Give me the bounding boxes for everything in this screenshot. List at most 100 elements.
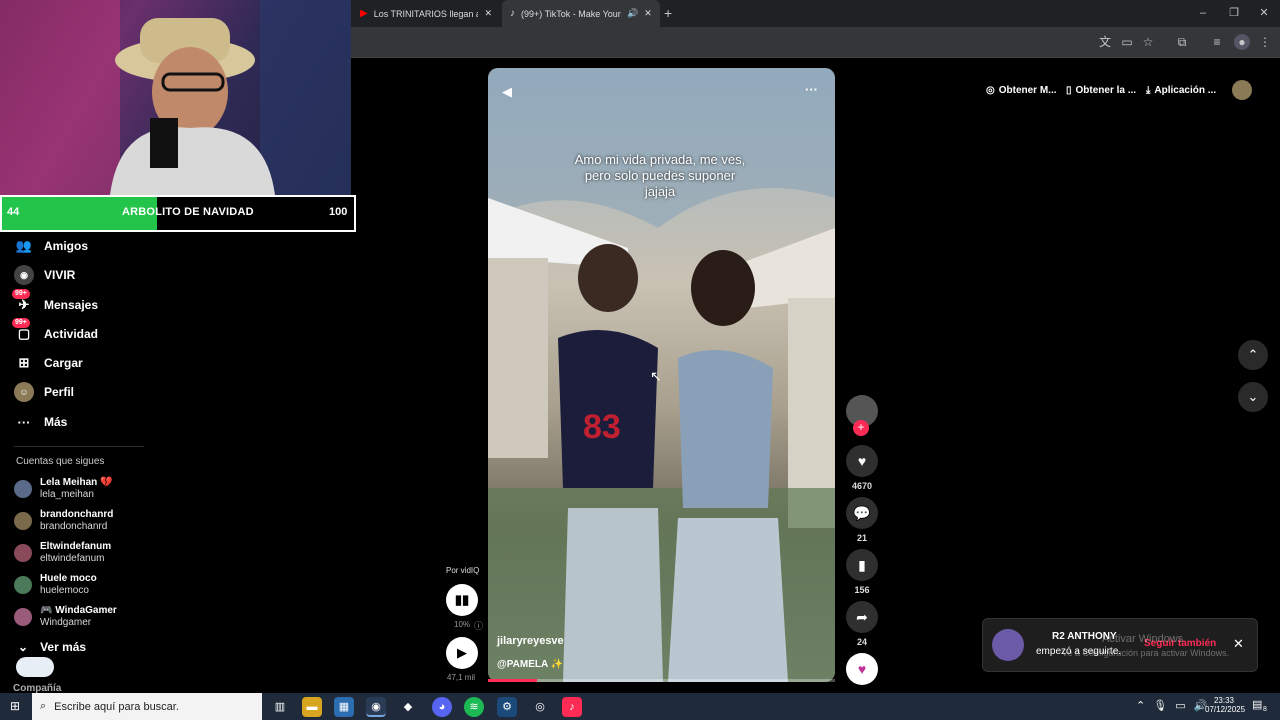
following-item[interactable]: Eltwindefanum eltwindefanum [14,541,111,565]
extensions-icon[interactable]: ⧉ [1174,34,1190,50]
get-app-label: Obtener la ... [1075,84,1137,96]
bookmark-star-icon[interactable]: ☆ [1140,34,1156,50]
minimize-button[interactable]: – [1195,5,1211,21]
following-item[interactable]: Lela Meihan 💔 lela_meihan [14,477,112,501]
following-name: 🎮 WindaGamer [40,605,117,616]
avatar [14,576,32,594]
speaker-icon[interactable]: 🔊 [627,8,638,19]
play-icon[interactable]: ▶ [446,637,478,669]
sidebar-item-cargar[interactable]: ⊞ Cargar [14,351,83,375]
following-item[interactable]: Huele moco huelemoco [14,573,97,597]
spotify-icon[interactable]: ≋ [464,697,484,717]
info-icon[interactable]: ⓘ [474,619,483,632]
sidebar-item-label: Actividad [44,327,99,341]
task-view-icon[interactable]: ▥ [270,697,290,717]
svg-text:83: 83 [583,408,621,446]
media-control-icon[interactable]: ≡ [1209,34,1225,50]
inbox-icon: ✈ 99+ [12,289,34,315]
following-name: brandonchanrd [40,509,114,520]
tab-label: (99+) TikTok - Make Your Da [521,8,621,19]
more-icon: ··· [17,414,31,430]
get-coins-button[interactable]: ◎ Obtener M... [986,80,1057,100]
restore-button[interactable]: ❐ [1226,5,1242,21]
store-icon[interactable]: ▦ [334,697,354,717]
comment-icon[interactable]: 💬 [846,497,878,529]
following-item[interactable]: 🎮 WindaGamer Windgamer [14,605,117,629]
sidebar-item-vivir[interactable]: ◉ VIVIR [14,263,75,287]
tab-trinitarios[interactable]: ▶ Los TRINITARIOS llegan a Lond ✕ [352,0,500,27]
file-explorer-icon[interactable]: ▬ [302,697,322,717]
follow-plus-icon[interactable]: + [853,420,869,436]
chevron-down-icon: ⌄ [18,640,29,654]
search-placeholder: Escribe aquí para buscar. [54,700,179,713]
download-icon: ⤓ [1146,84,1151,96]
sidebar-item-amigos[interactable]: 👥 Amigos [14,234,88,258]
user-avatar[interactable] [1232,80,1252,100]
new-tab-button[interactable]: + [664,5,672,21]
tab-close-icon[interactable]: ✕ [484,8,492,19]
tab-tiktok[interactable]: ♪ (99+) TikTok - Make Your Da 🔊 ✕ [502,0,660,27]
video-progress-track[interactable] [488,679,835,682]
chevron-up-icon[interactable]: ⌃ [1238,340,1268,370]
obs-icon[interactable]: ◎ [530,697,550,717]
vidiq-percent: 10% [454,620,471,629]
translate-icon[interactable]: 文 [1097,34,1113,50]
following-handle: eltwindefanum [40,553,105,564]
more-options-icon[interactable]: ··· [805,82,818,97]
steam-icon[interactable]: ⚙ [497,697,517,717]
see-more-label: Ver más [40,640,87,654]
see-more-button[interactable]: ⌄ Ver más [18,640,86,654]
share-icon[interactable]: ➦ [846,601,878,633]
chevron-up-icon[interactable]: ⌃ [1136,699,1145,712]
tab-close-icon[interactable]: ✕ [644,8,652,19]
following-handle: brandonchanrd [40,521,108,532]
discord-icon[interactable]: ◕ [432,697,452,717]
video-author[interactable]: jilaryreyesve [497,635,564,647]
sidebar-item-mensajes[interactable]: ✈ 99+ Mensajes [12,289,98,317]
get-app-button[interactable]: ▯ Obtener la ... [1066,80,1136,100]
cast-icon[interactable]: ▭ [1119,34,1135,50]
clock[interactable]: 23:33 07/12/2025 [1205,696,1245,714]
browser-menu-icon[interactable]: ⋮ [1257,34,1273,50]
profile-avatar-icon[interactable]: ● [1234,34,1250,50]
tab-label: Los TRINITARIOS llegan a Lond [373,8,479,19]
tiktok-app-icon[interactable]: ♪ [562,697,582,717]
gift-heart-icon[interactable]: ♥ [846,653,878,685]
app-icon[interactable]: ◆ [398,697,418,717]
app-button[interactable]: ⤓ Aplicación ... [1146,80,1216,100]
comment-count: 21 [856,533,867,543]
live-icon: ◉ [14,265,34,285]
following-item[interactable]: brandonchanrd brandonchanrd [14,509,113,533]
save-count: 156 [854,585,870,595]
mute-icon[interactable]: ◀ [502,84,512,100]
upload-icon: ⊞ [18,355,30,370]
vidiq-views: 47,1 mil [447,673,476,682]
sidebar-item-actividad[interactable]: ▢ 99+ Actividad [12,318,99,346]
heart-icon[interactable]: ♥ [846,445,878,477]
badge-count: 99+ [12,318,30,328]
notification-center-icon[interactable]: ▤ [1252,698,1262,711]
chevron-down-icon[interactable]: ⌄ [1238,382,1268,412]
video-mention[interactable]: @PAMELA ✨ [497,659,563,670]
goal-target: 100 [329,206,348,218]
badge-count: 99+ [12,289,30,299]
sidebar-item-mas[interactable]: ··· Más [14,410,68,434]
chrome-icon[interactable]: ◉ [366,697,386,717]
display-icon[interactable]: ▭ [1175,699,1185,712]
like-count: 4670 [851,481,873,491]
windows-start-icon[interactable]: ⊞ [10,699,20,713]
activate-windows-title: Activar Windows [1102,633,1184,645]
close-icon[interactable]: ✕ [1233,636,1244,652]
get-coins-label: Obtener M... [998,84,1057,96]
phone-icon: ▯ [1066,84,1072,96]
search-icon: ⌕ [40,700,47,712]
toggle-switch[interactable] [16,657,54,677]
stats-chart-icon[interactable]: ▮▮ [446,584,478,616]
taskbar-search[interactable]: ⌕ Escribe aquí para buscar. [32,693,262,720]
caption-line: pero solo puedes suponer [584,168,736,183]
bookmark-icon[interactable]: ▮ [846,549,878,581]
coin-icon: ◎ [986,84,995,96]
close-window-button[interactable]: ✕ [1256,5,1272,21]
sidebar-item-perfil[interactable]: ☺ Perfil [14,380,74,404]
microphone-icon[interactable]: 🎙 [1153,699,1167,712]
